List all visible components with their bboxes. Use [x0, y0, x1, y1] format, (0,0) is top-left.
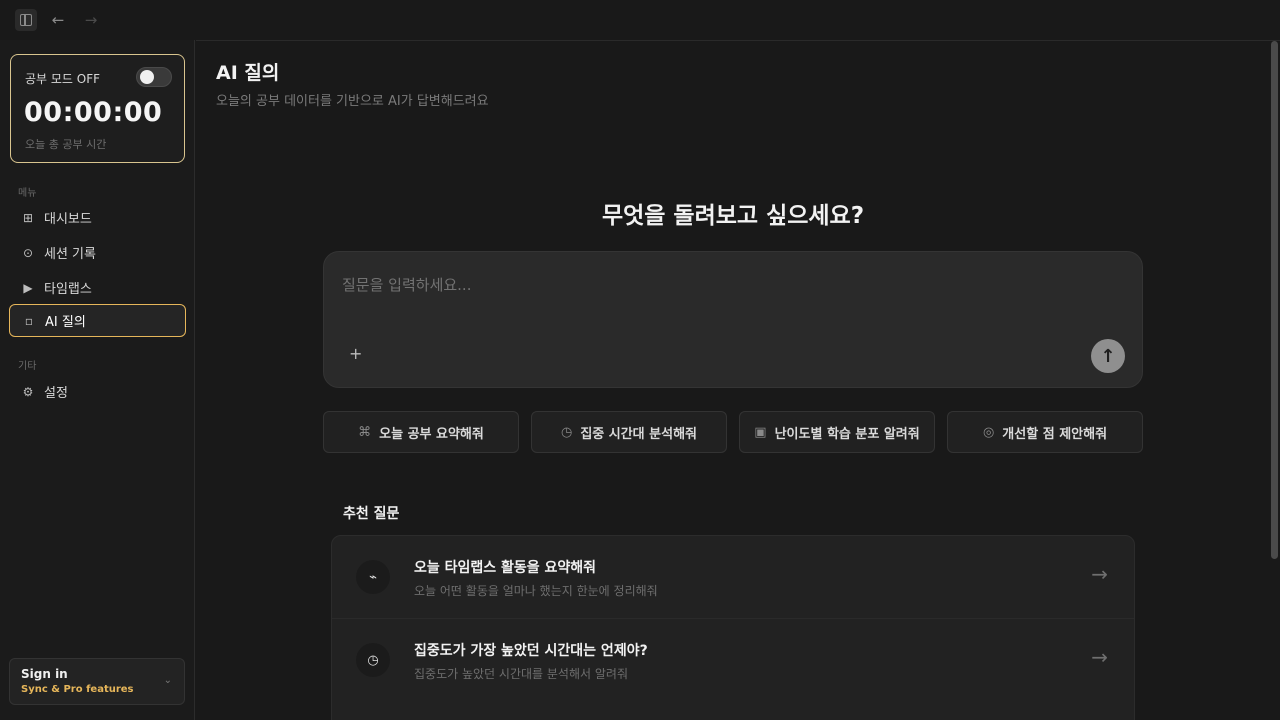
- command-icon: ⌘: [358, 424, 372, 440]
- chip-label: 집중 시간대 분석해줘: [580, 426, 698, 442]
- scrollbar[interactable]: [1271, 41, 1278, 559]
- forward-button[interactable]: →: [80, 9, 102, 31]
- recommended-title: 추천 질문: [343, 506, 400, 522]
- chevron-down-icon: ⌄: [163, 675, 172, 686]
- study-mode-label: 공부 모드 OFF: [25, 72, 101, 86]
- sidebar-item-label: 설정: [44, 386, 68, 401]
- square-icon: ▣: [754, 424, 767, 440]
- play-icon: ▶: [23, 280, 33, 295]
- clock-icon: ◷: [356, 643, 390, 677]
- study-mode-toggle[interactable]: [136, 67, 172, 87]
- grid-icon: ⊞: [22, 210, 34, 225]
- hero-text: 무엇을 돌려보고 싶으세요?: [601, 203, 865, 229]
- other-section-label: 기타: [18, 361, 37, 372]
- quick-chip-improve[interactable]: ◎ 개선할 점 제안해줘: [947, 411, 1143, 453]
- list-item-title: 집중도가 가장 높았던 시간대는 언제야?: [414, 643, 648, 659]
- send-button[interactable]: ↑: [1091, 339, 1125, 373]
- sign-in-title: Sign in: [21, 667, 68, 681]
- list-item[interactable]: ◷ 집중도가 가장 높았던 시간대는 언제야? 집중도가 높았던 시간대를 분석…: [332, 618, 1134, 700]
- recommended-list: ⌁ 오늘 타임랩스 활동을 요약해줘 오늘 어떤 활동을 얼마나 했는지 한눈에…: [331, 535, 1135, 720]
- list-item-title: 오늘 타임랩스 활동을 요약해줘: [414, 560, 597, 576]
- main-content: AI 질의 오늘의 공부 데이터를 기반으로 AI가 답변해드려요 무엇을 돌려…: [196, 40, 1280, 720]
- question-box: + ↑: [323, 251, 1143, 388]
- sidebar-item-settings[interactable]: ⚙ 설정: [9, 375, 186, 408]
- gear-icon: ⚙: [22, 384, 34, 399]
- sidebar-item-label: AI 질의: [45, 315, 86, 330]
- chip-label: 오늘 공부 요약해줘: [379, 426, 484, 442]
- clock-icon: ⊙: [22, 245, 34, 260]
- timer-caption: 오늘 총 공부 시간: [25, 138, 107, 151]
- arrow-up-icon: ↑: [1100, 345, 1116, 367]
- sign-in-button[interactable]: Sign in Sync & Pro features ⌄: [9, 658, 185, 705]
- study-timer: 00:00:00: [24, 97, 163, 128]
- sidebar: 공부 모드 OFF 00:00:00 오늘 총 공부 시간 메뉴 ⊞ 대시보드 …: [0, 40, 195, 720]
- quick-chip-focus-time[interactable]: ◷ 집중 시간대 분석해줘: [531, 411, 727, 453]
- sidebar-toggle-icon: [20, 14, 32, 26]
- menu-section-label: 메뉴: [18, 188, 37, 199]
- sidebar-item-ai-query[interactable]: ▫ AI 질의: [9, 304, 186, 337]
- sidebar-item-label: 대시보드: [44, 212, 92, 227]
- page-title: AI 질의: [216, 62, 280, 84]
- chip-label: 난이도별 학습 분포 알려줘: [774, 426, 920, 442]
- attach-button[interactable]: +: [349, 344, 362, 363]
- chat-icon: ▫: [24, 313, 34, 328]
- chip-label: 개선할 점 제안해줘: [1002, 426, 1108, 442]
- top-bar: ← →: [0, 0, 1280, 40]
- list-item-desc: 오늘 어떤 활동을 얼마나 했는지 한눈에 정리해줘: [414, 584, 658, 598]
- clock-icon: ◷: [560, 424, 573, 440]
- back-button[interactable]: ←: [47, 9, 69, 31]
- sign-in-subtitle: Sync & Pro features: [21, 684, 134, 695]
- sidebar-item-sessions[interactable]: ⊙ 세션 기록: [9, 236, 186, 269]
- arrow-right-icon: →: [1091, 562, 1108, 586]
- quick-chip-summary[interactable]: ⌘ 오늘 공부 요약해줘: [323, 411, 519, 453]
- question-input[interactable]: [342, 276, 1102, 294]
- sidebar-item-label: 타임랩스: [44, 282, 92, 297]
- sidebar-item-dashboard[interactable]: ⊞ 대시보드: [9, 201, 186, 234]
- sidebar-item-timelapse[interactable]: ▶ 타임랩스: [9, 271, 186, 304]
- list-item[interactable]: ⌁ 오늘 타임랩스 활동을 요약해줘 오늘 어떤 활동을 얼마나 했는지 한눈에…: [332, 536, 1134, 618]
- activity-icon: ⌁: [356, 560, 390, 594]
- quick-chip-difficulty[interactable]: ▣ 난이도별 학습 분포 알려줘: [739, 411, 935, 453]
- page-subtitle: 오늘의 공부 데이터를 기반으로 AI가 답변해드려요: [216, 94, 489, 109]
- target-icon: ◎: [982, 424, 995, 440]
- hero-heading: 무엇을 돌려보고 싶으세요?: [196, 196, 1270, 230]
- study-mode-card: 공부 모드 OFF 00:00:00 오늘 총 공부 시간: [10, 54, 185, 163]
- toggle-knob: [140, 70, 154, 84]
- sidebar-item-label: 세션 기록: [44, 247, 96, 262]
- list-item-desc: 집중도가 높았던 시간대를 분석해서 알려줘: [414, 667, 628, 681]
- sidebar-toggle-button[interactable]: [15, 9, 37, 31]
- arrow-right-icon: →: [1091, 645, 1108, 669]
